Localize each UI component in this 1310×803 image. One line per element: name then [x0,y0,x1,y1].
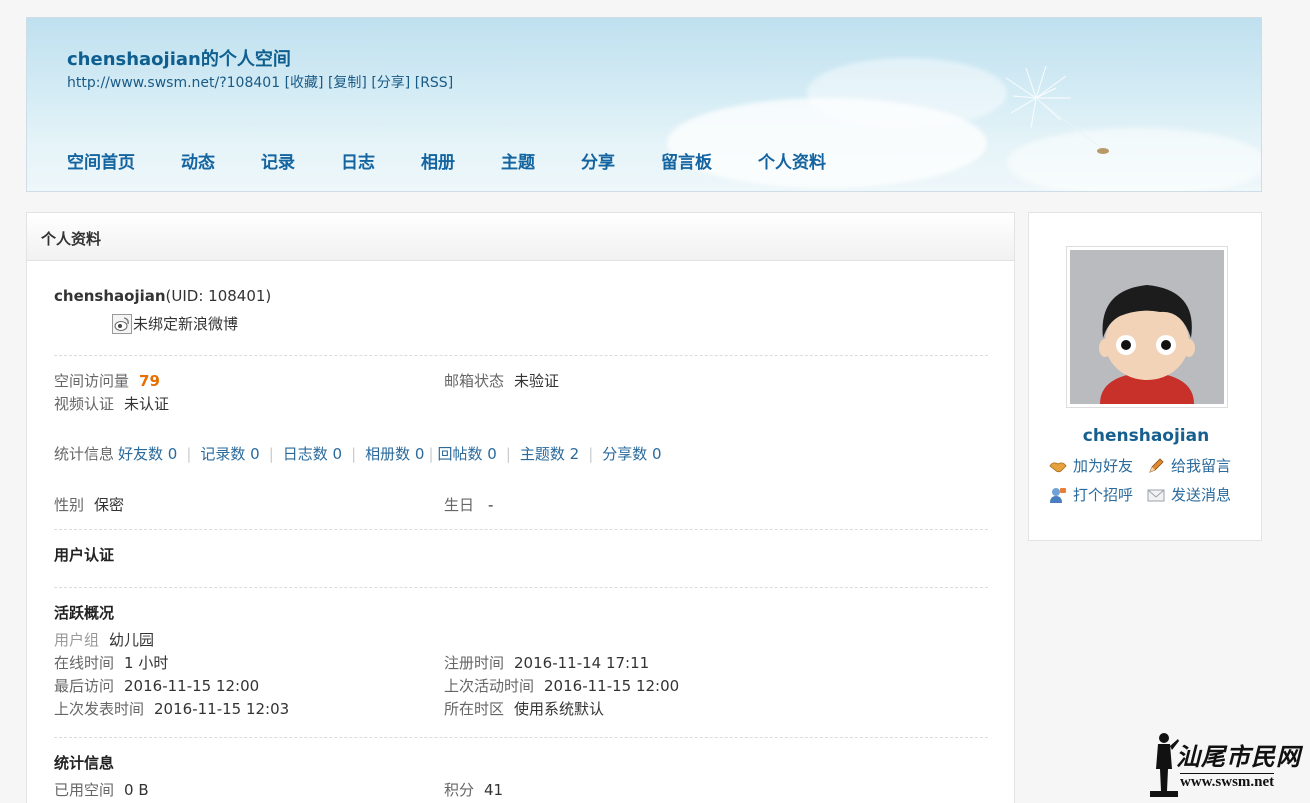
leave-message-button[interactable]: 给我留言 [1147,455,1231,476]
panel-title: 个人资料 [27,213,1014,261]
nav-album[interactable]: 相册 [421,148,455,173]
statistics-section: 统计信息 已用空间 0 B 积分 41 [54,752,988,802]
watermark-url: www.swsm.net [1180,773,1275,790]
nav-threads[interactable]: 主题 [501,148,535,173]
last-active-label: 上次活动时间 [444,677,535,695]
user-sidebar: chenshaojian 加为好友 给我留言 打个招呼 发送消息 [1028,212,1262,541]
visits-label: 空间访问量 [54,372,130,390]
cloud-decoration [807,58,1007,128]
handshake-icon [1049,461,1067,472]
nav-home[interactable]: 空间首页 [67,148,135,173]
register-time-value: 2016-11-14 17:11 [514,654,650,672]
gender-label: 性别 [54,496,85,514]
copy-link[interactable]: [复制] [328,75,367,91]
last-visit-label: 最后访问 [54,677,115,695]
say-hello-button[interactable]: 打个招呼 [1049,484,1133,505]
user-cert-heading: 用户认证 [54,546,115,564]
email-value: 未验证 [514,372,560,390]
last-visit-value: 2016-11-15 12:00 [124,677,260,695]
register-time-label: 注册时间 [444,654,505,672]
stat-shares[interactable]: 分享数 0 [602,443,661,466]
activity-section: 活跃概况 用户组 幼儿园 在线时间 1 小时 注册时间 2016-11-14 17:1… [54,602,988,738]
uid: (UID: 108401) [165,287,272,305]
watermark-cn: 汕尾市民网 [1176,742,1301,771]
sidebar-username[interactable]: chenshaojian [1029,426,1263,446]
send-message-button[interactable]: 发送消息 [1147,484,1231,505]
video-cert-label: 视频认证 [54,395,115,413]
last-active-value: 2016-11-15 12:00 [544,677,680,695]
birthday-value: - [488,496,494,514]
favorite-link[interactable]: [收藏] [285,75,324,91]
verification-block: 空间访问量 79 邮箱状态 未验证 视频认证 未认证 [54,370,988,416]
main-nav: 空间首页 动态 记录 日志 相册 主题 分享 留言板 个人资料 [67,148,872,173]
stats-label: 统计信息 [54,445,115,463]
avatar-image [1070,250,1224,404]
activity-heading: 活跃概况 [54,604,115,622]
used-space-label: 已用空间 [54,781,115,799]
avatar[interactable] [1066,246,1228,408]
pencil-icon [1149,457,1164,473]
online-time-value: 1 小时 [124,654,169,672]
site-watermark: 汕尾市民网 www.swsm.net [1142,729,1302,799]
statistics-heading: 统计信息 [54,754,115,772]
weibo-icon [112,313,132,334]
nav-profile[interactable]: 个人资料 [758,148,826,173]
usergroup-label: 用户组 [54,631,100,649]
last-post-value: 2016-11-15 12:03 [154,700,290,718]
weibo-bind-status[interactable]: 未绑定新浪微博 [133,313,238,334]
email-label: 邮箱状态 [444,372,505,390]
rss-link[interactable]: [RSS] [415,75,453,91]
stat-replies[interactable]: 回帖数 0 [438,443,497,466]
birthday-label: 生日 [444,496,475,514]
stats-line: 统计信息 好友数 0 | 记录数 0 | 日志数 0 | 相册数 0 | 回帖数 0 | … [54,443,988,466]
space-url-link[interactable]: http://www.swsm.net/?108401 [67,75,280,91]
points-label: 积分 [444,781,475,799]
username: chenshaojian [54,287,166,305]
nav-feed[interactable]: 动态 [181,148,215,173]
visits-value: 79 [139,372,160,390]
dandelion-icon [1005,65,1109,154]
stat-albums[interactable]: 相册数 0 [365,443,424,466]
envelope-icon [1147,489,1165,501]
greet-user-icon [1050,487,1066,503]
nav-share[interactable]: 分享 [581,148,615,173]
stat-records[interactable]: 记录数 0 [200,443,259,466]
nav-blog[interactable]: 日志 [341,148,375,173]
online-time-label: 在线时间 [54,654,115,672]
nav-records[interactable]: 记录 [261,148,295,173]
site-links: http://www.swsm.net/?108401 [收藏] [复制] [分… [67,72,453,92]
site-title[interactable]: chenshaojian的个人空间 [67,45,291,71]
nav-guestbook[interactable]: 留言板 [661,148,712,173]
stat-friends[interactable]: 好友数 0 [118,443,177,466]
last-post-label: 上次发表时间 [54,700,145,718]
usergroup-value[interactable]: 幼儿园 [109,629,154,652]
user-cert-section: 用户认证 [54,544,988,588]
header-banner: chenshaojian的个人空间 http://www.swsm.net/?1… [26,17,1262,192]
basic-info: 性别 保密 生日 - [54,494,988,530]
used-space-value: 0 B [124,781,149,799]
video-cert-value: 未认证 [124,395,170,413]
add-friend-button[interactable]: 加为好友 [1049,455,1133,476]
timezone-label: 所在时区 [444,700,505,718]
points-value: 41 [484,781,504,799]
share-link[interactable]: [分享] [371,75,410,91]
stat-blogs[interactable]: 日志数 0 [283,443,342,466]
gender-value: 保密 [94,496,125,514]
profile-panel: 个人资料 chenshaojian(UID: 108401) 未绑定新浪微博 空… [26,212,1015,803]
timezone-value: 使用系统默认 [514,700,605,718]
stat-threads[interactable]: 主题数 2 [520,443,579,466]
user-name-block: chenshaojian(UID: 108401) 未绑定新浪微博 [54,287,988,356]
